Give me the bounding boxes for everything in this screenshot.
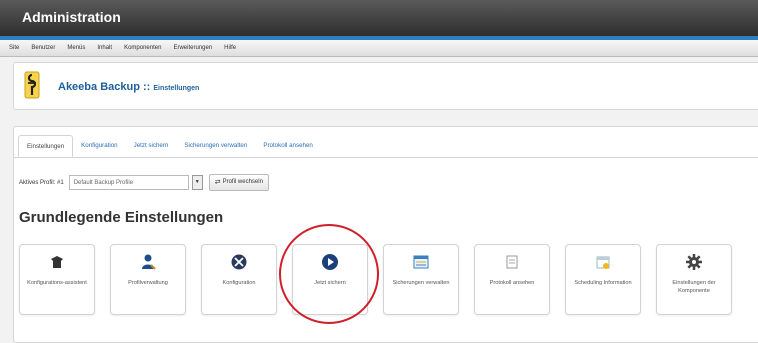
view-log-icon: [475, 253, 549, 271]
tab-view-log[interactable]: Protokoll ansehen: [255, 135, 321, 157]
active-profile-label: Aktives Profil: #1: [19, 179, 64, 186]
scheduling-icon: [566, 253, 640, 271]
icon-label: Konfigurations-assistent: [27, 280, 87, 286]
menu-site[interactable]: Site: [9, 45, 19, 51]
icon-label: Jetzt sichern: [314, 280, 346, 286]
component-title: Akeeba Backup :: Einstellungen: [58, 81, 199, 93]
wizard-hat-icon: [20, 253, 94, 271]
main-menu: Site Benutzer Menüs Inhalt Komponenten E…: [0, 40, 758, 57]
icon-backup-now[interactable]: Jetzt sichern: [292, 244, 368, 315]
tab-manage-backups[interactable]: Sicherungen verwalten: [176, 135, 255, 157]
tab-bar: Einstellungen Konfiguration Jetzt sicher…: [18, 135, 321, 157]
component-header: Akeeba Backup :: Einstellungen: [13, 62, 758, 110]
tab-backup-now[interactable]: Jetzt sichern: [126, 135, 177, 157]
tab-configuration[interactable]: Konfiguration: [73, 135, 125, 157]
icon-component-settings[interactable]: Einstellungen der Komponente: [656, 244, 732, 315]
profile-user-icon: [111, 253, 185, 271]
menu-menus[interactable]: Menüs: [67, 45, 85, 51]
menu-help[interactable]: Hilfe: [224, 45, 236, 51]
icon-config-wizard[interactable]: Konfigurations-assistent: [19, 244, 95, 315]
play-icon: [293, 253, 367, 271]
icon-label: Profilverwaltung: [128, 280, 168, 286]
icon-view-log[interactable]: Protokoll ansehen: [474, 244, 550, 315]
icon-profile-management[interactable]: Profilverwaltung: [110, 244, 186, 315]
manage-backups-icon: [384, 253, 458, 271]
icon-label: Konfiguration: [222, 280, 256, 286]
icon-scheduling-info[interactable]: Scheduling Information: [565, 244, 641, 315]
icon-label: Einstellungen der Komponente: [672, 280, 716, 294]
section-heading: Grundlegende Einstellungen: [19, 209, 224, 226]
profile-select[interactable]: Default Backup Profile: [68, 175, 189, 190]
admin-topbar: Administration: [0, 0, 758, 36]
switch-profile-label: Profil wechseln: [222, 179, 263, 185]
admin-title: Administration: [22, 9, 121, 25]
main-panel: Einstellungen Konfiguration Jetzt sicher…: [13, 126, 758, 343]
tab-divider: [14, 157, 758, 158]
icon-label: Protokoll ansehen: [489, 280, 535, 286]
switch-icon: ⇄: [214, 179, 221, 186]
akeeba-logo-icon: [24, 71, 40, 99]
menu-users[interactable]: Benutzer: [31, 45, 55, 51]
menu-extensions[interactable]: Erweiterungen: [173, 45, 212, 51]
menu-content[interactable]: Inhalt: [97, 45, 112, 51]
profile-row: Aktives Profil: #1 Default Backup Profil…: [19, 174, 269, 191]
icon-label: Sicherungen verwalten: [392, 280, 450, 286]
icon-manage-backups[interactable]: Sicherungen verwalten: [383, 244, 459, 315]
title-separator: ::: [139, 81, 154, 93]
gear-icon: [657, 253, 731, 271]
menu-components[interactable]: Komponenten: [124, 45, 161, 51]
select-arrow-icon[interactable]: ▼: [191, 175, 203, 190]
icon-label: Scheduling Information: [574, 280, 632, 286]
icon-configuration[interactable]: Konfiguration: [201, 244, 277, 315]
tab-settings[interactable]: Einstellungen: [18, 135, 74, 157]
switch-profile-button[interactable]: ⇄ Profil wechseln: [208, 174, 269, 191]
app-name: Akeeba Backup: [58, 81, 140, 93]
section-name: Einstellungen: [153, 85, 200, 92]
configuration-icon: [202, 253, 276, 271]
